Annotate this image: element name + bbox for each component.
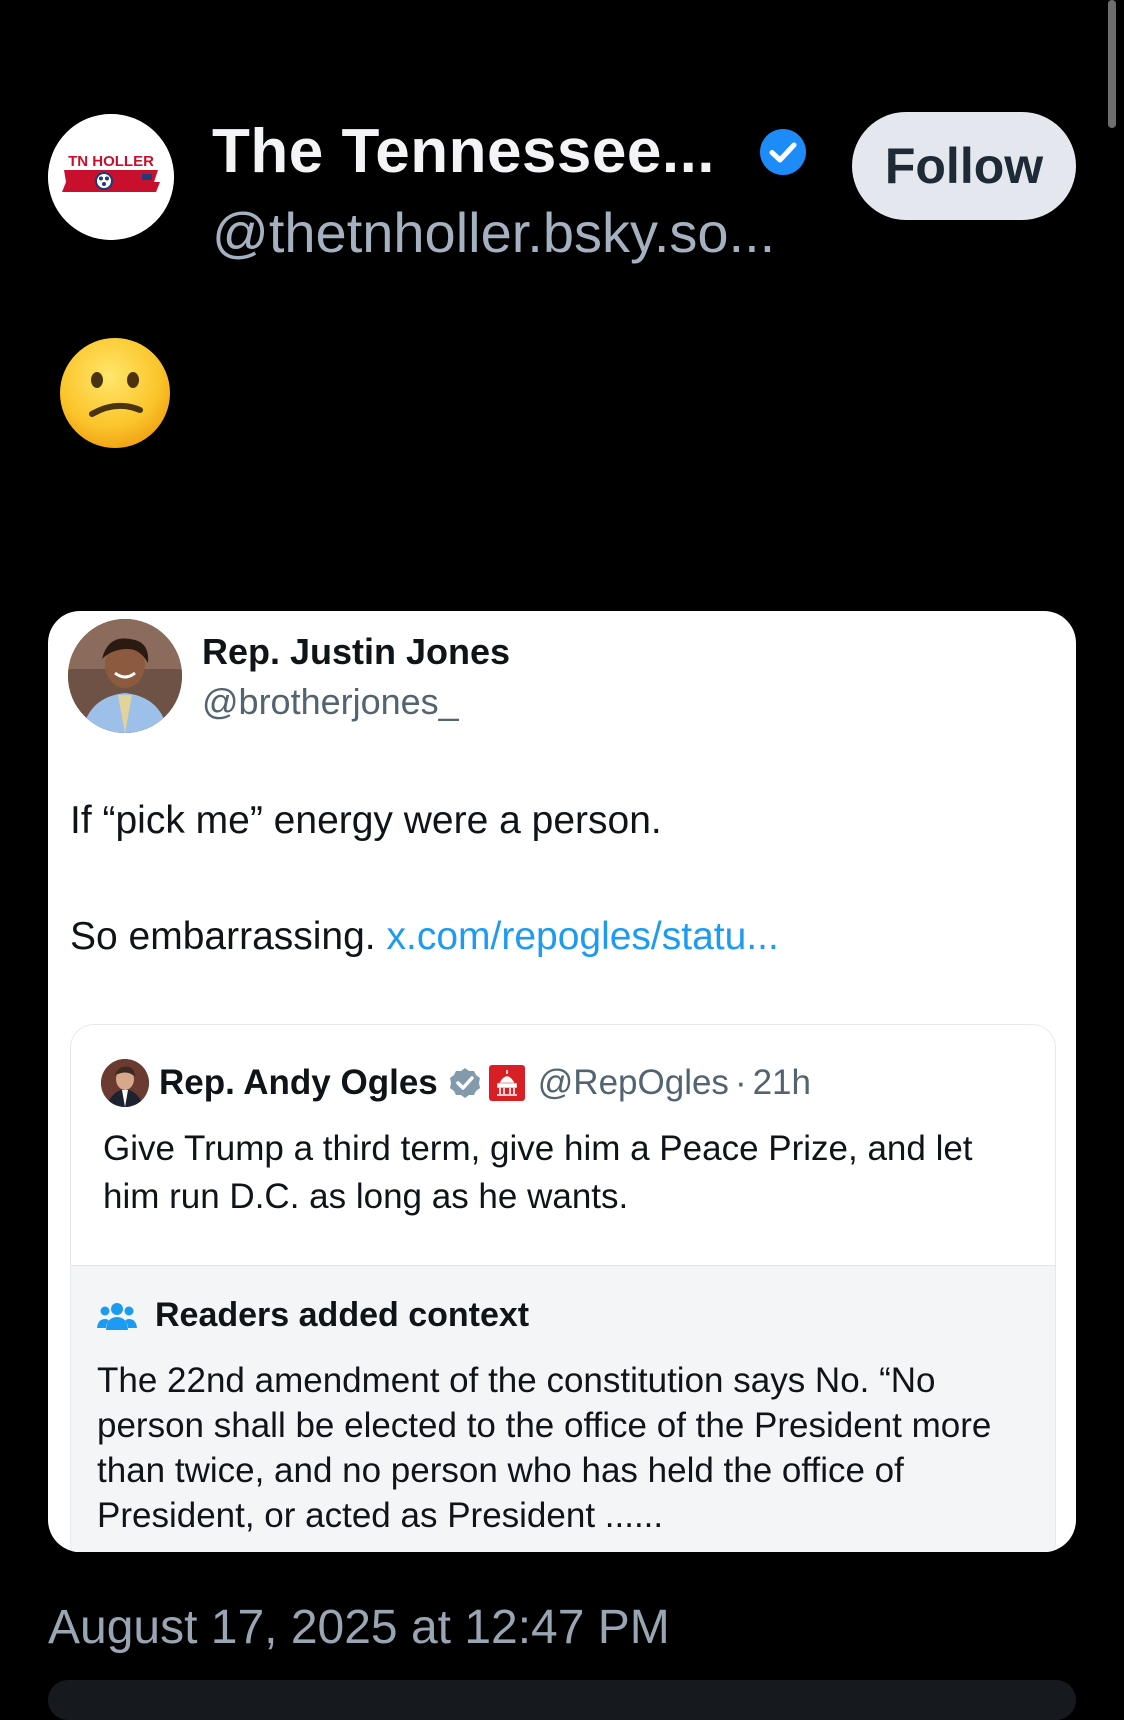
verified-check-icon[interactable]: [759, 128, 807, 176]
readers-context-box[interactable]: Readers added context The 22nd amendment…: [71, 1265, 1055, 1552]
quoted-post-text-line-2: So embarrassing. x.com/repogles/statu...: [70, 915, 779, 959]
display-name-row: The Tennessee...: [212, 116, 807, 187]
context-header: Readers added context: [97, 1296, 529, 1335]
author-display-name[interactable]: The Tennessee...: [212, 116, 715, 187]
quoted-author-handle[interactable]: @brotherjones_: [202, 681, 459, 723]
author-avatar[interactable]: TN HOLLER: [48, 114, 174, 240]
inner-quote-header: Rep. Andy Ogles @RepOgles · 21h: [101, 1055, 811, 1111]
gray-verified-icon: [448, 1066, 482, 1100]
inner-quoted-post[interactable]: Rep. Andy Ogles @RepOgles · 21h Give Tru…: [70, 1024, 1056, 1552]
quoted-author-name[interactable]: Rep. Justin Jones: [202, 631, 510, 673]
quoted-post-link[interactable]: x.com/repogles/statu...: [386, 915, 778, 958]
quoted-post-card[interactable]: Rep. Justin Jones @brotherjones_ If “pic…: [48, 611, 1076, 1552]
capitol-badge-icon: [488, 1064, 526, 1102]
scroll-indicator[interactable]: [1108, 0, 1116, 128]
inner-author-name[interactable]: Rep. Andy Ogles: [159, 1063, 438, 1103]
quoted-author-avatar[interactable]: [68, 619, 182, 733]
tn-holler-logo: TN HOLLER: [48, 114, 174, 240]
quoted-post-text-line-1: If “pick me” energy were a person.: [70, 799, 662, 842]
post-timestamp: August 17, 2025 at 12:47 PM: [48, 1601, 670, 1654]
logo-text: TN HOLLER: [68, 153, 154, 170]
inner-post-text: Give Trump a third term, give him a Peac…: [103, 1129, 973, 1216]
separator-dot: ·: [734, 1063, 747, 1102]
context-text: The 22nd amendment of the constitution s…: [97, 1361, 992, 1535]
people-icon: [97, 1300, 137, 1332]
bottom-action-bar: [48, 1680, 1076, 1720]
confused-face-emoji: [58, 336, 172, 450]
inner-author-handle[interactable]: @RepOgles: [538, 1063, 729, 1103]
inner-author-avatar[interactable]: [101, 1059, 149, 1107]
author-handle[interactable]: @thetnholler.bsky.so...: [212, 200, 775, 265]
inner-post-time[interactable]: 21h: [753, 1063, 811, 1103]
context-title: Readers added context: [155, 1296, 530, 1334]
follow-button[interactable]: Follow: [852, 112, 1076, 220]
post-header: TN HOLLER The Tennessee... @thetnholler.…: [48, 110, 1076, 264]
quoted-post-text-prefix: So embarrassing.: [70, 915, 387, 958]
